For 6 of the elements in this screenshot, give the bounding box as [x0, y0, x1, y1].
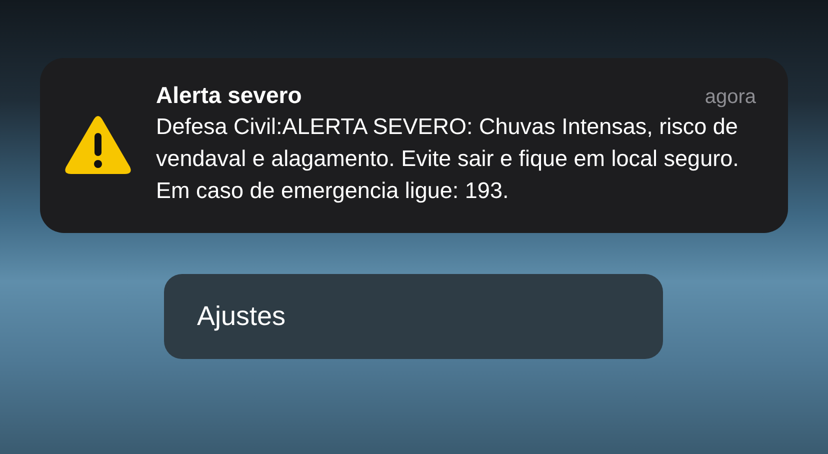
settings-button[interactable]: Ajustes	[164, 274, 663, 359]
warning-icon	[64, 114, 132, 176]
notification-title: Alerta severo	[156, 82, 302, 109]
notification-card[interactable]: Alerta severo agora Defesa Civil:ALERTA SEVERO: Chuvas Intensas, risco de vendaval e alagamento. Evite sair e fique em local seguro. Em caso de emergencia ligue: 193.	[40, 58, 788, 233]
notification-message: Defesa Civil:ALERTA SEVERO: Chuvas Intensas, risco de vendaval e alagamento. Evite sair e fique em local seguro. Em caso de emergencia ligue: 193.	[156, 113, 740, 205]
notification-time: agora	[704, 86, 756, 109]
